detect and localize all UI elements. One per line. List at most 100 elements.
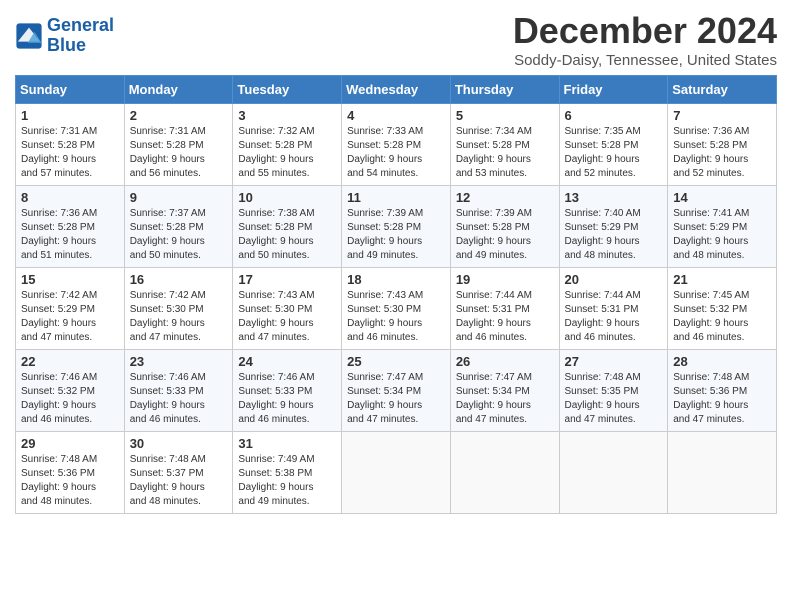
weekday-header-row: SundayMondayTuesdayWednesdayThursdayFrid… — [16, 76, 777, 104]
weekday-header-saturday: Saturday — [668, 76, 777, 104]
calendar-cell: 24 Sunrise: 7:46 AMSunset: 5:33 PMDayligh… — [233, 350, 342, 432]
day-number: 4 — [347, 108, 445, 123]
day-number: 1 — [21, 108, 119, 123]
day-number: 24 — [238, 354, 336, 369]
day-info: Sunrise: 7:47 AMSunset: 5:34 PMDaylight:… — [347, 371, 445, 427]
day-info: Sunrise: 7:38 AMSunset: 5:28 PMDaylight:… — [238, 207, 336, 263]
calendar-table: SundayMondayTuesdayWednesdayThursdayFrid… — [15, 75, 777, 514]
calendar-week-row: 15 Sunrise: 7:42 AMSunset: 5:29 PMDayligh… — [16, 268, 777, 350]
day-info: Sunrise: 7:41 AMSunset: 5:29 PMDaylight:… — [673, 207, 771, 263]
day-number: 23 — [130, 354, 228, 369]
logo-text-line2: Blue — [47, 36, 114, 56]
day-number: 12 — [456, 190, 554, 205]
day-number: 17 — [238, 272, 336, 287]
day-number: 11 — [347, 190, 445, 205]
calendar-cell: 29 Sunrise: 7:48 AMSunset: 5:36 PMDayligh… — [16, 432, 125, 514]
calendar-cell: 15 Sunrise: 7:42 AMSunset: 5:29 PMDayligh… — [16, 268, 125, 350]
day-info: Sunrise: 7:43 AMSunset: 5:30 PMDaylight:… — [238, 289, 336, 345]
weekday-header-sunday: Sunday — [16, 76, 125, 104]
day-number: 31 — [238, 436, 336, 451]
title-area: December 2024 Soddy-Daisy, Tennessee, Un… — [513, 10, 777, 69]
day-info: Sunrise: 7:34 AMSunset: 5:28 PMDaylight:… — [456, 125, 554, 181]
calendar-cell: 4 Sunrise: 7:33 AMSunset: 5:28 PMDaylight… — [342, 104, 451, 186]
calendar-cell: 13Sunrise: 7:40 AMSunset: 5:29 PMDayligh… — [559, 186, 668, 268]
month-title: December 2024 — [513, 10, 777, 52]
day-number: 7 — [673, 108, 771, 123]
day-number: 15 — [21, 272, 119, 287]
day-number: 27 — [565, 354, 663, 369]
day-number: 26 — [456, 354, 554, 369]
day-number: 21 — [673, 272, 771, 287]
day-info: Sunrise: 7:33 AMSunset: 5:28 PMDaylight:… — [347, 125, 445, 181]
day-number: 29 — [21, 436, 119, 451]
calendar-week-row: 29 Sunrise: 7:48 AMSunset: 5:36 PMDayligh… — [16, 432, 777, 514]
day-number: 22 — [21, 354, 119, 369]
calendar-cell: 8Sunrise: 7:36 AMSunset: 5:28 PMDaylight… — [16, 186, 125, 268]
calendar-cell: 11 Sunrise: 7:39 AMSunset: 5:28 PMDayligh… — [342, 186, 451, 268]
calendar-cell: 23 Sunrise: 7:46 AMSunset: 5:33 PMDayligh… — [124, 350, 233, 432]
page-header: General Blue December 2024 Soddy-Daisy, … — [15, 10, 777, 69]
day-info: Sunrise: 7:45 AMSunset: 5:32 PMDaylight:… — [673, 289, 771, 345]
day-number: 5 — [456, 108, 554, 123]
location-title: Soddy-Daisy, Tennessee, United States — [513, 52, 777, 69]
day-number: 30 — [130, 436, 228, 451]
calendar-cell: 9Sunrise: 7:37 AMSunset: 5:28 PMDaylight… — [124, 186, 233, 268]
calendar-week-row: 8Sunrise: 7:36 AMSunset: 5:28 PMDaylight… — [16, 186, 777, 268]
calendar-cell — [559, 432, 668, 514]
day-info: Sunrise: 7:37 AMSunset: 5:28 PMDaylight:… — [130, 207, 228, 263]
calendar-cell: 19 Sunrise: 7:44 AMSunset: 5:31 PMDayligh… — [450, 268, 559, 350]
day-info: Sunrise: 7:32 AMSunset: 5:28 PMDaylight:… — [238, 125, 336, 181]
weekday-header-tuesday: Tuesday — [233, 76, 342, 104]
day-number: 20 — [565, 272, 663, 287]
day-info: Sunrise: 7:49 AMSunset: 5:38 PMDaylight:… — [238, 453, 336, 509]
calendar-cell — [668, 432, 777, 514]
day-number: 13 — [565, 190, 663, 205]
calendar-cell: 3Sunrise: 7:32 AMSunset: 5:28 PMDaylight… — [233, 104, 342, 186]
calendar-cell: 18 Sunrise: 7:43 AMSunset: 5:30 PMDayligh… — [342, 268, 451, 350]
day-info: Sunrise: 7:39 AMSunset: 5:28 PMDaylight:… — [456, 207, 554, 263]
calendar-cell: 16 Sunrise: 7:42 AMSunset: 5:30 PMDayligh… — [124, 268, 233, 350]
day-info: Sunrise: 7:31 AMSunset: 5:28 PMDaylight:… — [21, 125, 119, 181]
calendar-cell: 27Sunrise: 7:48 AMSunset: 5:35 PMDayligh… — [559, 350, 668, 432]
calendar-cell: 30 Sunrise: 7:48 AMSunset: 5:37 PMDayligh… — [124, 432, 233, 514]
calendar-cell: 20Sunrise: 7:44 AMSunset: 5:31 PMDayligh… — [559, 268, 668, 350]
calendar-cell: 17 Sunrise: 7:43 AMSunset: 5:30 PMDayligh… — [233, 268, 342, 350]
calendar-cell: 10Sunrise: 7:38 AMSunset: 5:28 PMDayligh… — [233, 186, 342, 268]
weekday-header-monday: Monday — [124, 76, 233, 104]
calendar-cell — [342, 432, 451, 514]
day-number: 16 — [130, 272, 228, 287]
day-number: 14 — [673, 190, 771, 205]
calendar-cell: 31 Sunrise: 7:49 AMSunset: 5:38 PMDayligh… — [233, 432, 342, 514]
day-info: Sunrise: 7:44 AMSunset: 5:31 PMDaylight:… — [456, 289, 554, 345]
day-info: Sunrise: 7:48 AMSunset: 5:37 PMDaylight:… — [130, 453, 228, 509]
day-number: 6 — [565, 108, 663, 123]
logo-icon — [15, 22, 43, 50]
weekday-header-thursday: Thursday — [450, 76, 559, 104]
calendar-cell: 22Sunrise: 7:46 AMSunset: 5:32 PMDayligh… — [16, 350, 125, 432]
day-info: Sunrise: 7:36 AMSunset: 5:28 PMDaylight:… — [673, 125, 771, 181]
day-number: 2 — [130, 108, 228, 123]
calendar-cell: 2Sunrise: 7:31 AMSunset: 5:28 PMDaylight… — [124, 104, 233, 186]
calendar-cell: 6 Sunrise: 7:35 AMSunset: 5:28 PMDaylight… — [559, 104, 668, 186]
day-number: 8 — [21, 190, 119, 205]
day-info: Sunrise: 7:43 AMSunset: 5:30 PMDaylight:… — [347, 289, 445, 345]
calendar-cell — [450, 432, 559, 514]
calendar-cell: 7 Sunrise: 7:36 AMSunset: 5:28 PMDaylight… — [668, 104, 777, 186]
day-info: Sunrise: 7:35 AMSunset: 5:28 PMDaylight:… — [565, 125, 663, 181]
day-info: Sunrise: 7:47 AMSunset: 5:34 PMDaylight:… — [456, 371, 554, 427]
day-info: Sunrise: 7:42 AMSunset: 5:30 PMDaylight:… — [130, 289, 228, 345]
day-info: Sunrise: 7:46 AMSunset: 5:33 PMDaylight:… — [130, 371, 228, 427]
calendar-cell: 28Sunrise: 7:48 AMSunset: 5:36 PMDayligh… — [668, 350, 777, 432]
day-number: 25 — [347, 354, 445, 369]
day-number: 18 — [347, 272, 445, 287]
day-number: 19 — [456, 272, 554, 287]
day-info: Sunrise: 7:42 AMSunset: 5:29 PMDaylight:… — [21, 289, 119, 345]
calendar-cell: 26 Sunrise: 7:47 AMSunset: 5:34 PMDayligh… — [450, 350, 559, 432]
calendar-cell: 12 Sunrise: 7:39 AMSunset: 5:28 PMDayligh… — [450, 186, 559, 268]
day-info: Sunrise: 7:39 AMSunset: 5:28 PMDaylight:… — [347, 207, 445, 263]
calendar-week-row: 1 Sunrise: 7:31 AMSunset: 5:28 PMDaylight… — [16, 104, 777, 186]
day-info: Sunrise: 7:46 AMSunset: 5:33 PMDaylight:… — [238, 371, 336, 427]
calendar-cell: 25 Sunrise: 7:47 AMSunset: 5:34 PMDayligh… — [342, 350, 451, 432]
weekday-header-friday: Friday — [559, 76, 668, 104]
day-info: Sunrise: 7:48 AMSunset: 5:36 PMDaylight:… — [21, 453, 119, 509]
